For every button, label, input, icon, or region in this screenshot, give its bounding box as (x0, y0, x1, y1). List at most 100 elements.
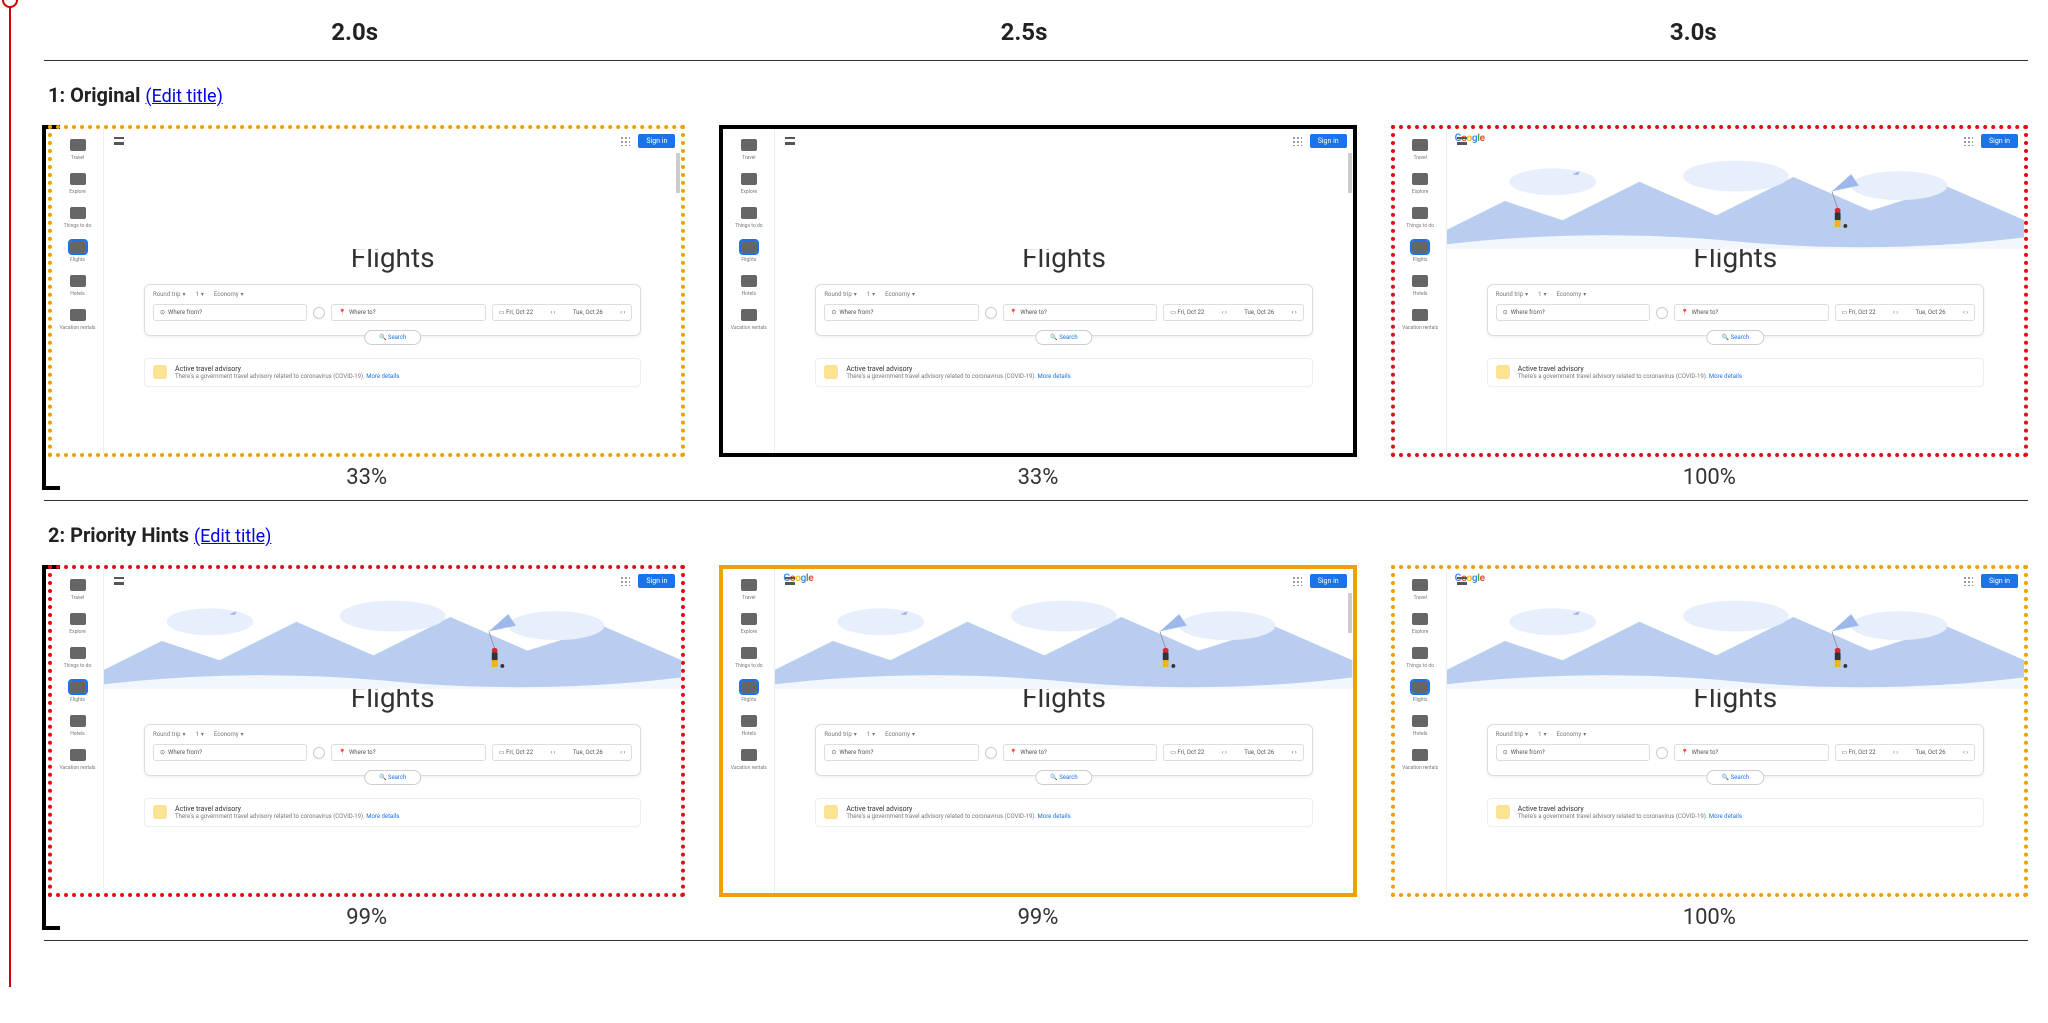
where-to-input[interactable]: 📍Where to? (331, 304, 485, 321)
advisory-more-link[interactable]: More details (1038, 373, 1071, 380)
passengers-select[interactable]: 1 (867, 731, 875, 738)
sidebar-item-icon[interactable] (741, 275, 757, 287)
where-to-input[interactable]: 📍Where to? (1003, 744, 1157, 761)
sidebar-item-icon[interactable] (741, 613, 757, 625)
sidebar-item-icon[interactable] (1412, 207, 1428, 219)
filmstrip-frame[interactable]: TravelExploreThings to doFlightsHotelsVa… (1391, 565, 2028, 930)
sidebar-item-icon[interactable] (70, 613, 86, 625)
date-range-input[interactable]: ▭ Fri, Oct 22‹ ›Tue, Oct 26‹ › (1835, 744, 1975, 761)
sidebar-item-icon[interactable] (741, 681, 757, 693)
sidebar-item-icon[interactable] (1412, 309, 1428, 321)
cabin-select[interactable]: Economy (214, 291, 244, 298)
menu-icon[interactable] (114, 137, 124, 145)
scrollbar[interactable] (1348, 569, 1352, 893)
trip-type-select[interactable]: Round trip (1496, 291, 1528, 298)
date-range-input[interactable]: ▭ Fri, Oct 22‹ ›Tue, Oct 26‹ › (492, 304, 632, 321)
passengers-select[interactable]: 1 (867, 291, 875, 298)
where-to-input[interactable]: 📍Where to? (1674, 744, 1828, 761)
sidebar-item-icon[interactable] (741, 241, 757, 253)
advisory-more-link[interactable]: More details (1709, 373, 1742, 380)
swap-icon[interactable] (985, 307, 997, 319)
where-from-input[interactable]: ⊙Where from? (824, 304, 978, 321)
sidebar-item-icon[interactable] (1412, 613, 1428, 625)
where-from-input[interactable]: ⊙Where from? (153, 304, 307, 321)
sidebar-item-icon[interactable] (70, 681, 86, 693)
filmstrip-frame[interactable]: TravelExploreThings to doFlightsHotelsVa… (1391, 125, 2028, 490)
sign-in-button[interactable]: Sign in (638, 134, 675, 148)
cabin-select[interactable]: Economy (214, 731, 244, 738)
apps-grid-icon[interactable] (1292, 136, 1302, 146)
sidebar-item-icon[interactable] (70, 173, 86, 185)
apps-grid-icon[interactable] (620, 136, 630, 146)
sidebar-item-icon[interactable] (741, 749, 757, 761)
sidebar-item-icon[interactable] (1412, 139, 1428, 151)
passengers-select[interactable]: 1 (195, 731, 203, 738)
sidebar-item-icon[interactable] (1412, 241, 1428, 253)
advisory-more-link[interactable]: More details (1709, 813, 1742, 820)
sidebar-item-icon[interactable] (741, 139, 757, 151)
passengers-select[interactable]: 1 (195, 291, 203, 298)
menu-icon[interactable] (114, 577, 124, 585)
where-from-input[interactable]: ⊙Where from? (1496, 304, 1650, 321)
apps-grid-icon[interactable] (1963, 576, 1973, 586)
trip-type-select[interactable]: Round trip (153, 731, 185, 738)
sidebar-item-icon[interactable] (1412, 681, 1428, 693)
filmstrip-frame[interactable]: TravelExploreThings to doFlightsHotelsVa… (719, 125, 1356, 490)
search-button[interactable]: 🔍 Search (1035, 330, 1092, 345)
trip-type-select[interactable]: Round trip (153, 291, 185, 298)
sidebar-item-icon[interactable] (70, 749, 86, 761)
edit-title-link[interactable]: (Edit title) (145, 86, 222, 107)
filmstrip-frame[interactable]: TravelExploreThings to doFlightsHotelsVa… (48, 125, 685, 490)
menu-icon[interactable] (1457, 137, 1467, 145)
sidebar-item-icon[interactable] (1412, 715, 1428, 727)
trip-type-select[interactable]: Round trip (1496, 731, 1528, 738)
swap-icon[interactable] (1656, 747, 1668, 759)
where-from-input[interactable]: ⊙Where from? (824, 744, 978, 761)
apps-grid-icon[interactable] (1292, 576, 1302, 586)
sidebar-item-icon[interactable] (1412, 647, 1428, 659)
sidebar-item-icon[interactable] (70, 275, 86, 287)
sidebar-item-icon[interactable] (741, 715, 757, 727)
sign-in-button[interactable]: Sign in (638, 574, 675, 588)
sidebar-item-icon[interactable] (741, 309, 757, 321)
sign-in-button[interactable]: Sign in (1981, 134, 2018, 148)
passengers-select[interactable]: 1 (1538, 291, 1546, 298)
sidebar-item-icon[interactable] (70, 579, 86, 591)
trip-type-select[interactable]: Round trip (824, 291, 856, 298)
filmstrip-frame[interactable]: TravelExploreThings to doFlightsHotelsVa… (48, 565, 685, 930)
advisory-more-link[interactable]: More details (366, 813, 399, 820)
trip-type-select[interactable]: Round trip (824, 731, 856, 738)
passengers-select[interactable]: 1 (1538, 731, 1546, 738)
advisory-more-link[interactable]: More details (1038, 813, 1071, 820)
sidebar-item-icon[interactable] (70, 241, 86, 253)
menu-icon[interactable] (1457, 577, 1467, 585)
apps-grid-icon[interactable] (620, 576, 630, 586)
cabin-select[interactable]: Economy (885, 731, 915, 738)
menu-icon[interactable] (785, 137, 795, 145)
menu-icon[interactable] (785, 577, 795, 585)
sidebar-item-icon[interactable] (741, 647, 757, 659)
sidebar-item-icon[interactable] (741, 173, 757, 185)
search-button[interactable]: 🔍 Search (1707, 770, 1764, 785)
sidebar-item-icon[interactable] (1412, 749, 1428, 761)
search-button[interactable]: 🔍 Search (1035, 770, 1092, 785)
swap-icon[interactable] (985, 747, 997, 759)
scrollbar[interactable] (676, 129, 680, 453)
sidebar-item-icon[interactable] (70, 647, 86, 659)
where-from-input[interactable]: ⊙Where from? (1496, 744, 1650, 761)
where-to-input[interactable]: 📍Where to? (1674, 304, 1828, 321)
sidebar-item-icon[interactable] (70, 207, 86, 219)
sidebar-item-icon[interactable] (741, 207, 757, 219)
sidebar-item-icon[interactable] (1412, 173, 1428, 185)
swap-icon[interactable] (313, 307, 325, 319)
sidebar-item-icon[interactable] (1412, 275, 1428, 287)
filmstrip-frame[interactable]: TravelExploreThings to doFlightsHotelsVa… (719, 565, 1356, 930)
swap-icon[interactable] (1656, 307, 1668, 319)
cabin-select[interactable]: Economy (1557, 291, 1587, 298)
sign-in-button[interactable]: Sign in (1981, 574, 2018, 588)
cabin-select[interactable]: Economy (1557, 731, 1587, 738)
date-range-input[interactable]: ▭ Fri, Oct 22‹ ›Tue, Oct 26‹ › (1163, 304, 1303, 321)
sign-in-button[interactable]: Sign in (1310, 574, 1347, 588)
apps-grid-icon[interactable] (1963, 136, 1973, 146)
scrollbar[interactable] (1348, 129, 1352, 453)
